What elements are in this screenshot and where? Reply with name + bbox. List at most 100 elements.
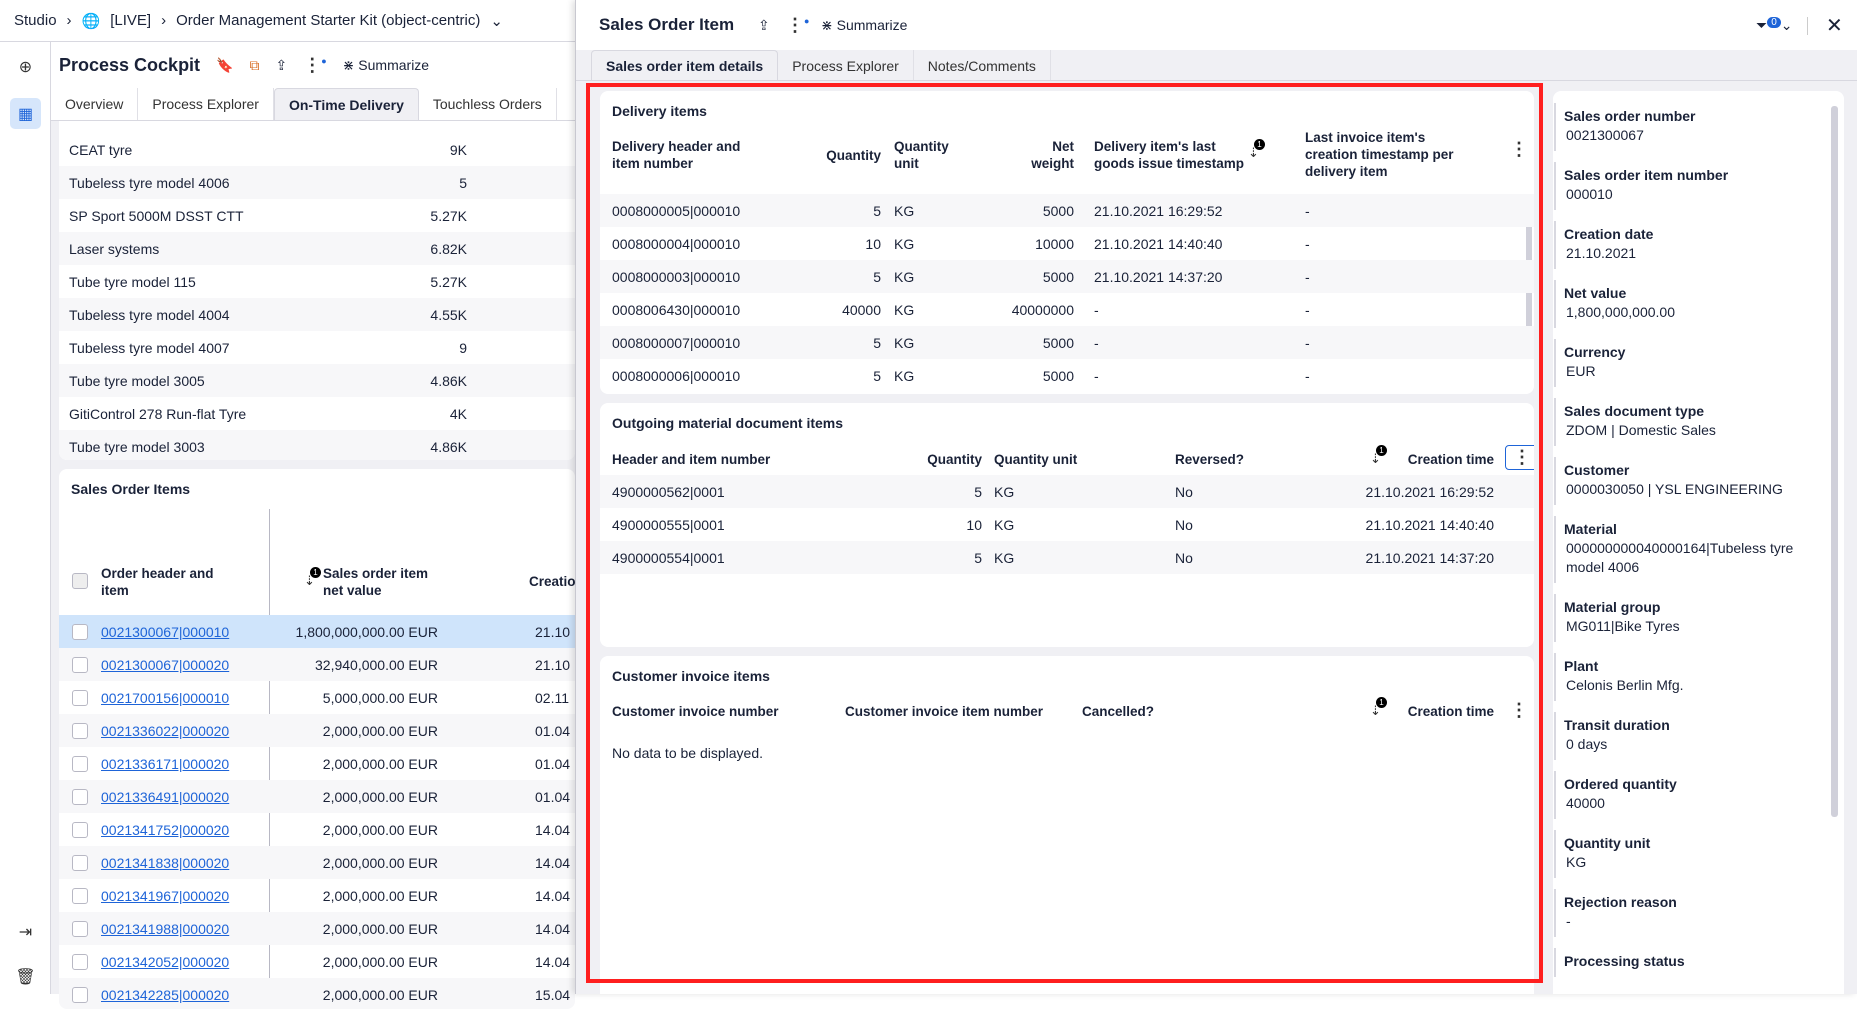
order-link[interactable]: 0021342052|000020 [101, 954, 229, 970]
order-link[interactable]: 0021336171|000020 [101, 756, 229, 772]
row-checkbox[interactable] [72, 854, 88, 871]
table-row[interactable]: 0008000005|000010 5 KG 5000 21.10.2021 16:29… [600, 194, 1534, 227]
trash-icon[interactable]: 🗑 [10, 961, 41, 992]
order-link[interactable]: 0021336022|000020 [101, 723, 229, 739]
more-icon[interactable]: ⋮● [303, 55, 326, 76]
list-item[interactable]: Laser systems 6.82K [59, 232, 575, 265]
row-checkbox[interactable] [72, 821, 88, 838]
row-checkbox[interactable] [72, 623, 88, 640]
sort-desc-icon[interactable]: ⇣ 1 [1370, 697, 1387, 719]
column-header[interactable]: Header and item number [612, 451, 770, 468]
table-row[interactable]: 0008000004|000010 10 KG 10000 21.10.2021 14:… [600, 227, 1534, 260]
order-link[interactable]: 0021341967|000020 [101, 888, 229, 904]
row-checkbox[interactable] [72, 788, 88, 805]
table-row[interactable]: 0008000003|000010 5 KG 5000 21.10.2021 14:37… [600, 260, 1534, 293]
tab-notes-comments[interactable]: Notes/Comments [914, 50, 1051, 81]
list-item[interactable]: Tubeless tyre model 4006 5 [59, 166, 575, 199]
column-header[interactable]: Quantity unit [994, 451, 1077, 468]
order-link[interactable]: 0021700156|000010 [101, 690, 229, 706]
table-row[interactable]: 0021342052|000020 2,000,000.00 EUR 14.04 [59, 945, 575, 978]
tab-overview[interactable]: Overview [51, 88, 139, 120]
add-circle-icon[interactable]: ⊕ [10, 51, 41, 82]
column-header[interactable]: Delivery item's last goods issue timesta… [1094, 138, 1254, 172]
column-header[interactable]: Net weight [1014, 138, 1074, 172]
select-all-checkbox[interactable] [72, 573, 88, 589]
column-header[interactable]: Delivery header and item number [612, 138, 742, 172]
row-checkbox[interactable] [72, 920, 88, 937]
bookmark-icon[interactable]: 🔖 [216, 57, 233, 74]
column-header[interactable]: Reversed? [1175, 451, 1244, 468]
order-link[interactable]: 0021300067|000020 [101, 657, 229, 673]
scrollbar[interactable] [1831, 106, 1838, 817]
more-icon[interactable]: ⋮ [1510, 139, 1528, 160]
tab-on-time-delivery[interactable]: On-Time Delivery [273, 88, 419, 120]
tab-process-explorer[interactable]: Process Explorer [138, 88, 274, 120]
filter-icon[interactable]: ⏷ 0 ⌄ [1756, 16, 1793, 34]
table-row[interactable]: 0021336491|000020 2,000,000.00 EUR 01.04 [59, 780, 575, 813]
table-row[interactable]: 0008000006|000010 5 KG 5000 - - [600, 359, 1534, 392]
column-header[interactable]: Order header and item [101, 565, 241, 599]
column-header[interactable]: Quantity [927, 451, 982, 468]
column-header[interactable]: Creation [529, 573, 575, 590]
column-header[interactable]: Creation time [1408, 703, 1494, 720]
tab-touchless-orders[interactable]: Touchless Orders [419, 88, 557, 120]
table-row[interactable]: 0021341838|000020 2,000,000.00 EUR 14.04 [59, 846, 575, 879]
column-header[interactable]: Last invoice item's creation timestamp p… [1305, 129, 1465, 180]
list-item[interactable]: Tube tyre model 115 5.27K [59, 265, 575, 298]
column-header[interactable]: Customer invoice number [612, 703, 779, 720]
table-row[interactable]: 0021300067|000020 32,940,000.00 EUR 21.10 [59, 648, 575, 681]
order-link[interactable]: 0021341752|000020 [101, 822, 229, 838]
row-checkbox[interactable] [72, 887, 88, 904]
more-icon[interactable]: ⋮ [1510, 700, 1528, 721]
summarize-button[interactable]: ⋇ Summarize [343, 57, 429, 74]
more-icon[interactable]: ⋮● [786, 15, 809, 36]
table-row[interactable]: 4900000562|0001 5 KG No 21.10.2021 16:29:52 [600, 475, 1534, 508]
list-item[interactable]: SP Sport 5000M DSST CTT 5.27K [59, 199, 575, 232]
sort-desc-icon[interactable]: ⇣ 1 [1370, 445, 1387, 467]
row-checkbox[interactable] [72, 986, 88, 1003]
row-checkbox[interactable] [72, 689, 88, 706]
table-row[interactable]: 0021700156|000010 5,000,000.00 EUR 02.11 [59, 681, 575, 714]
row-checkbox[interactable] [72, 755, 88, 772]
order-link[interactable]: 0021300067|000010 [101, 624, 229, 640]
row-checkbox[interactable] [72, 656, 88, 673]
share-icon[interactable]: ⇪ [758, 17, 770, 34]
table-row[interactable]: 0008000007|000010 5 KG 5000 - - [600, 326, 1534, 359]
row-checkbox[interactable] [72, 953, 88, 970]
more-icon[interactable]: ⋮ [1505, 445, 1534, 470]
order-link[interactable]: 0021341838|000020 [101, 855, 229, 871]
share-icon[interactable]: ⇪ [276, 57, 288, 74]
sort-desc-icon[interactable]: ⇣ 1 [1248, 139, 1265, 161]
table-row[interactable]: 0021341988|000020 2,000,000.00 EUR 14.04 [59, 912, 575, 945]
column-header[interactable]: Cancelled? [1082, 703, 1154, 720]
table-row[interactable]: 0021341752|000020 2,000,000.00 EUR 14.04 [59, 813, 575, 846]
summarize-button[interactable]: ⋇ Summarize [821, 17, 907, 34]
chevron-down-icon[interactable]: ⌄ [490, 12, 503, 30]
order-link[interactable]: 0021341988|000020 [101, 921, 229, 937]
list-item[interactable]: Tube tyre model 3003 4.86K [59, 430, 575, 460]
tab-process-explorer[interactable]: Process Explorer [778, 50, 914, 81]
breadcrumb-studio[interactable]: Studio [14, 12, 57, 29]
list-item[interactable]: CEAT tyre 9K [59, 133, 575, 166]
row-checkbox[interactable] [72, 722, 88, 739]
collapse-panel-icon[interactable]: ⇥ [10, 916, 41, 947]
table-row[interactable]: 0021336022|000020 2,000,000.00 EUR 01.04 [59, 714, 575, 747]
column-header[interactable]: Quantity [826, 147, 881, 164]
order-link[interactable]: 0021336491|000020 [101, 789, 229, 805]
column-header[interactable]: Creation time [1408, 451, 1494, 468]
translate-icon[interactable]: ⧉ [250, 57, 260, 74]
table-row[interactable]: 0021300067|000010 1,800,000,000.00 EUR 21.… [59, 615, 575, 648]
breadcrumb-live[interactable]: [LIVE] [110, 12, 151, 29]
list-item[interactable]: Tube tyre model 3005 4.86K [59, 364, 575, 397]
table-row[interactable]: 0021336171|000020 2,000,000.00 EUR 01.04 [59, 747, 575, 780]
list-item[interactable]: GitiControl 278 Run-flat Tyre 4K [59, 397, 575, 430]
close-icon[interactable]: ✕ [1826, 13, 1843, 38]
column-header[interactable]: Customer invoice item number [845, 703, 1043, 720]
sort-desc-icon[interactable]: ⇣ 1 [304, 567, 321, 589]
list-item[interactable]: Tubeless tyre model 4004 4.55K [59, 298, 575, 331]
order-link[interactable]: 0021342285|000020 [101, 987, 229, 1003]
column-header[interactable]: Sales order item net value [323, 565, 443, 599]
dashboard-icon[interactable]: ▦ [10, 98, 41, 129]
table-row[interactable]: 0008006430|000010 40000 KG 40000000 - - [600, 293, 1534, 326]
table-row[interactable]: 0021341967|000020 2,000,000.00 EUR 14.04 [59, 879, 575, 912]
